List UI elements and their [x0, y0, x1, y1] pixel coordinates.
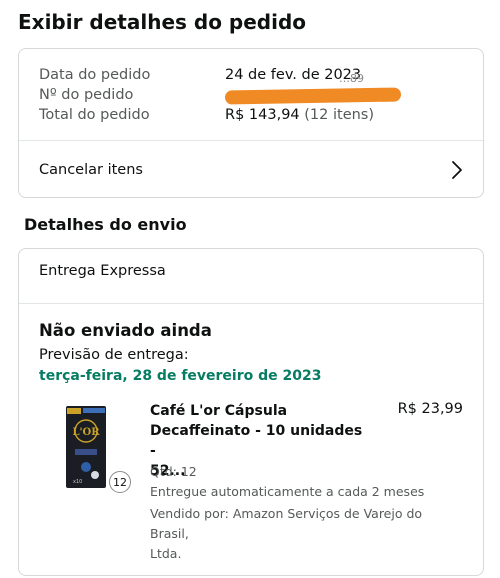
eta-label: Previsão de entrega: — [39, 347, 189, 363]
quantity-badge: 12 — [109, 471, 131, 493]
seller-line: Ltda. — [150, 546, 182, 561]
shipping-method: Entrega Expressa — [39, 263, 166, 279]
product-image[interactable]: L'OR x10 — [65, 405, 107, 489]
shipment-status: Não enviado ainda — [39, 321, 212, 340]
product-quantity: Qtd: 12 — [150, 464, 197, 479]
auto-delivery-info: Entregue automaticamente a cada 2 meses — [150, 484, 425, 499]
shipment-card: Entrega Expressa Não enviado ainda Previ… — [18, 248, 484, 576]
svg-text:L'OR: L'OR — [72, 427, 100, 438]
order-total-value: R$ 143,94 (12 itens) — [225, 107, 375, 123]
chevron-right-icon — [452, 161, 462, 179]
shipping-section-title: Detalhes do envio — [24, 215, 187, 234]
order-total-label: Total do pedido — [39, 107, 150, 123]
order-total-row: Total do pedido R$ 143,94 (12 itens) — [39, 105, 374, 125]
order-date-row: Data do pedido 24 de fev. de 2023 — [39, 65, 374, 85]
order-item-count: (12 itens) — [304, 107, 375, 123]
cancel-items-label: Cancelar itens — [39, 162, 143, 178]
eta-date: terça-feira, 28 de fevereiro de 2023 — [39, 368, 322, 384]
product-price: R$ 23,99 — [397, 401, 463, 417]
page-title: Exibir detalhes do pedido — [18, 10, 307, 34]
seller-line: Vendido por: Amazon Serviços de Varejo d… — [150, 506, 423, 541]
order-number-partial: …89 — [339, 72, 364, 82]
product-title-line: Café L'or Cápsula — [150, 403, 288, 419]
product-title-line: Decaffeinato - 10 unidades - — [150, 423, 363, 459]
order-date-label: Data do pedido — [39, 67, 151, 83]
cancel-items-button[interactable]: Cancelar itens — [19, 141, 483, 199]
redaction-mark — [224, 87, 402, 105]
order-summary-card: Data do pedido 24 de fev. de 2023 Nº do … — [18, 48, 484, 198]
svg-text:x10: x10 — [73, 479, 82, 485]
order-number-label: Nº do pedido — [39, 87, 134, 103]
seller-info: Vendido por: Amazon Serviços de Varejo d… — [150, 504, 450, 564]
divider — [19, 303, 483, 304]
